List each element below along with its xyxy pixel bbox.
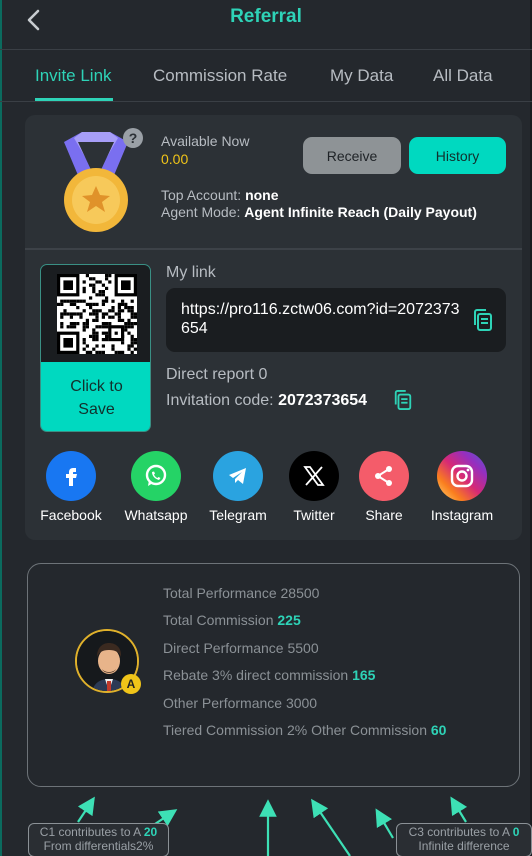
share-label: Share <box>365 507 403 523</box>
top-account-row: Top Account: none <box>161 187 279 203</box>
available-label: Available Now <box>161 133 250 149</box>
tab-bar: Invite Link Commission Rate My Data All … <box>0 50 532 102</box>
other-performance: Other Performance 3000 <box>163 695 318 711</box>
history-button[interactable]: History <box>409 137 506 174</box>
divider <box>25 248 522 250</box>
telegram-icon <box>213 451 263 501</box>
tab-commission-rate[interactable]: Commission Rate <box>153 66 287 86</box>
agent-mode-row: Agent Mode: Agent Infinite Reach (Daily … <box>161 204 477 220</box>
c3-line1: C3 contributes to A <box>408 825 510 839</box>
share-generic[interactable]: Share <box>344 451 424 523</box>
rebate-row: Rebate 3% direct commission 165 <box>163 667 375 683</box>
frame-edge-left <box>0 0 2 856</box>
active-tab-indicator <box>35 98 113 101</box>
c3-contribution-tag: C3 contributes to A 0 Infinite differenc… <box>396 823 532 856</box>
copy-link-icon[interactable] <box>472 309 494 331</box>
top-account-value: none <box>245 187 279 203</box>
agent-mode-label: Agent Mode: <box>161 204 241 220</box>
level-badge: A <box>121 674 141 694</box>
facebook-label: Facebook <box>40 507 102 523</box>
tiered-value: 60 <box>430 722 447 738</box>
invitation-code-row: Invitation code: 2072373654 <box>166 392 367 410</box>
direct-report: Direct report 0 <box>166 366 268 383</box>
total-commission-row: Total Commission 225 <box>163 612 301 628</box>
qr-code-image <box>56 273 137 354</box>
referral-card: ? Available Now 0.00 Receive History Top… <box>25 115 522 540</box>
c1-value: 20 <box>143 825 158 839</box>
whatsapp-icon <box>131 451 181 501</box>
agent-mode-value: Agent Infinite Reach (Daily Payout) <box>244 204 477 220</box>
instagram-icon <box>437 451 487 501</box>
total-performance: Total Performance 28500 <box>163 585 320 601</box>
whatsapp-label: Whatsapp <box>124 507 188 523</box>
tiered-commission-row: Tiered Commission 2% Other Commission 60 <box>163 722 446 738</box>
share-whatsapp[interactable]: Whatsapp <box>116 451 196 523</box>
share-telegram[interactable]: Telegram <box>198 451 278 523</box>
available-value: 0.00 <box>161 151 189 167</box>
share-facebook[interactable]: Facebook <box>31 451 111 523</box>
page-title: Referral <box>230 5 302 27</box>
invitation-code-label: Invitation code: <box>166 392 274 409</box>
twitter-label: Twitter <box>293 507 335 523</box>
rebate-label: Rebate 3% direct commission <box>163 667 349 683</box>
link-url: https://pro116.zctw06.com?id=2072373654 <box>181 301 460 337</box>
receive-button[interactable]: Receive <box>303 137 401 174</box>
performance-card: A Total Performance 28500 Total Commissi… <box>27 563 520 787</box>
medal-icon <box>64 132 128 232</box>
share-instagram[interactable]: Instagram <box>422 451 502 523</box>
qr-code-area <box>41 265 150 362</box>
c1-line2: From differentials2% <box>43 839 154 853</box>
invitation-code-value: 2072373654 <box>278 392 368 409</box>
tab-my-data[interactable]: My Data <box>330 66 393 86</box>
my-link-label: My link <box>166 264 216 281</box>
back-arrow-icon[interactable] <box>22 8 46 32</box>
telegram-label: Telegram <box>209 507 267 523</box>
link-field[interactable]: https://pro116.zctw06.com?id=2072373654 <box>166 288 506 352</box>
total-commission-label: Total Commission <box>163 612 274 628</box>
instagram-label: Instagram <box>430 507 494 523</box>
direct-performance: Direct Performance 5500 <box>163 640 319 656</box>
rebate-value: 165 <box>352 667 376 683</box>
total-commission-value: 225 <box>277 612 301 628</box>
c3-line2: Infinite difference <box>418 839 510 853</box>
share-icon <box>359 451 409 501</box>
top-account-label: Top Account: <box>161 187 242 203</box>
c1-line1: C1 contributes to A <box>39 825 141 839</box>
tab-invite-link[interactable]: Invite Link <box>35 66 112 86</box>
c1-contribution-tag: C1 contributes to A 20 From differential… <box>28 823 169 856</box>
tab-all-data[interactable]: All Data <box>433 66 493 86</box>
tiered-label: Tiered Commission 2% Other Commission <box>163 722 427 738</box>
share-twitter[interactable]: Twitter <box>274 451 354 523</box>
copy-code-icon[interactable] <box>393 390 413 410</box>
facebook-icon <box>46 451 96 501</box>
click-to-save-button[interactable]: Click to Save <box>41 362 150 431</box>
qr-save-card[interactable]: Click to Save <box>40 264 151 432</box>
x-icon <box>289 451 339 501</box>
header: Referral <box>0 0 532 50</box>
help-icon[interactable]: ? <box>123 128 143 148</box>
c3-value: 0 <box>512 825 520 839</box>
